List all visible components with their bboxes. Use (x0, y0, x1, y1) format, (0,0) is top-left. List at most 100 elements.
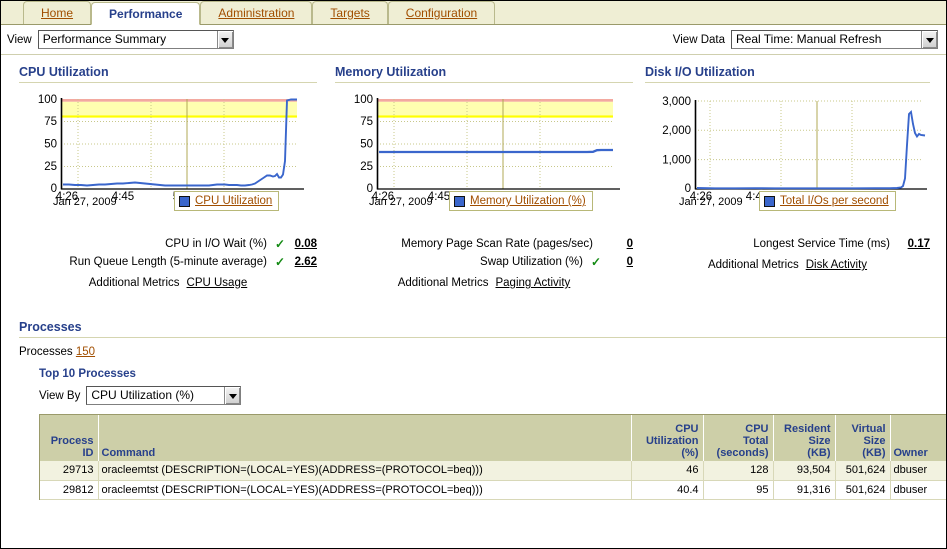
table-row[interactable]: 29812 oracleemtst (DESCRIPTION=(LOCAL=YE… (40, 480, 946, 499)
divider (335, 82, 633, 83)
metric-row: Run Queue Length (5-minute average) ✓ 2.… (19, 253, 317, 271)
tab-administration[interactable]: Administration (200, 1, 312, 24)
metric-value[interactable]: 0.08 (291, 238, 317, 250)
tab-configuration[interactable]: Configuration (388, 1, 495, 24)
svg-text:25: 25 (360, 161, 373, 173)
view-select[interactable]: Performance Summary (38, 30, 234, 49)
col-line2: Total (707, 435, 769, 447)
svg-text:100: 100 (354, 94, 373, 106)
processes-table: Process ID Command CPU Utilization (%) (40, 415, 946, 500)
col-resident-size[interactable]: Resident Size (KB) (773, 415, 835, 461)
svg-text:2,000: 2,000 (662, 125, 691, 137)
col-cpu-utilization[interactable]: CPU Utilization (%) (631, 415, 703, 461)
chart-legend-memory[interactable]: Memory Utilization (%) (449, 191, 593, 211)
metric-value[interactable]: 0 (607, 256, 633, 268)
metric-row: Swap Utilization (%) ✓ 0 (335, 253, 633, 271)
top-processes-heading: Top 10 Processes (39, 368, 946, 380)
divider (19, 337, 946, 338)
col-owner[interactable]: Owner (890, 415, 946, 461)
cell-cpu-total: 95 (703, 480, 773, 499)
cell-resident-size: 93,504 (773, 461, 835, 480)
charts-row: CPU Utilization (1, 55, 946, 292)
chart-plot-memory: 100 75 50 25 0 4:26 4:45 5:00 5:15 (335, 91, 633, 203)
cell-virtual-size: 501,624 (835, 480, 890, 499)
metric-value[interactable]: 0.17 (904, 238, 930, 250)
table-row[interactable]: 29713 oracleemtst (DESCRIPTION=(LOCAL=YE… (40, 461, 946, 480)
tab-performance-label: Performance (109, 7, 182, 21)
svg-text:50: 50 (44, 139, 57, 151)
legend-label-memory[interactable]: Memory Utilization (%) (470, 195, 586, 207)
processes-count-label: Processes (19, 346, 73, 358)
metric-label: Memory Page Scan Rate (pages/sec) (401, 238, 593, 250)
view-by-select[interactable]: CPU Utilization (%) (86, 386, 241, 405)
metric-label: Swap Utilization (%) (480, 256, 583, 268)
legend-label-cpu[interactable]: CPU Utilization (195, 195, 272, 207)
chart-legend-disk[interactable]: Total I/Os per second (759, 191, 896, 211)
svg-text:75: 75 (360, 116, 373, 128)
col-line3: Command (102, 447, 627, 459)
additional-metrics-row: Additional Metrics Disk Activity (645, 256, 930, 274)
additional-metrics-row: Additional Metrics CPU Usage (19, 274, 317, 292)
tab-targets[interactable]: Targets (312, 1, 387, 24)
legend-color-swatch (454, 196, 465, 207)
cell-cpu-utilization: 46 (631, 461, 703, 480)
cell-command: oracleemtst (DESCRIPTION=(LOCAL=YES)(ADD… (98, 461, 631, 480)
table-header-row: Process ID Command CPU Utilization (%) (40, 415, 946, 461)
metric-value[interactable]: 0 (607, 238, 633, 250)
chart-legend-row-cpu: Jan 27, 2009 CPU Utilization (19, 191, 317, 217)
col-process-id[interactable]: Process ID (40, 415, 98, 461)
view-by-row: View By CPU Utilization (%) (39, 386, 946, 405)
col-line1: Virtual (839, 423, 886, 435)
legend-label-disk[interactable]: Total I/Os per second (780, 195, 889, 207)
page-root: Home Performance Administration Targets … (0, 0, 947, 549)
chart-title-cpu: CPU Utilization (19, 65, 317, 82)
svg-text:3,000: 3,000 (662, 96, 691, 108)
chevron-down-icon[interactable] (217, 31, 233, 48)
metric-value[interactable]: 2.62 (291, 256, 317, 268)
col-line3: (%) (635, 447, 699, 459)
col-line3: (seconds) (707, 447, 769, 459)
view-control-strip: View Performance Summary View Data Real … (1, 25, 946, 55)
metric-row: CPU in I/O Wait (%) ✓ 0.08 (19, 235, 317, 253)
additional-metrics-link-memory[interactable]: Paging Activity (495, 277, 570, 289)
chart-plot-disk: 3,000 2,000 1,000 0 4:26 4:45 5:00 5:15 (645, 91, 930, 203)
chart-panel-disk: Disk I/O Utilization (633, 65, 930, 292)
divider (645, 82, 930, 83)
processes-heading: Processes (19, 320, 946, 337)
additional-metrics-link-disk[interactable]: Disk Activity (806, 259, 867, 271)
cpu-chart-svg: 100 75 50 25 0 4:26 4:45 5:00 5:15 (19, 91, 309, 201)
col-line3: Owner (894, 447, 943, 459)
additional-metrics-label: Additional Metrics (89, 277, 180, 289)
col-virtual-size[interactable]: Virtual Size (KB) (835, 415, 890, 461)
metric-row: Memory Page Scan Rate (pages/sec) 0 (335, 235, 633, 253)
metric-label: Longest Service Time (ms) (753, 238, 890, 250)
chevron-down-icon[interactable] (224, 387, 240, 404)
chart-legend-row-disk: Jan 27, 2009 Total I/Os per second (645, 191, 930, 217)
col-line1: CPU (707, 423, 769, 435)
processes-table-body: 29713 oracleemtst (DESCRIPTION=(LOCAL=YE… (40, 461, 946, 499)
view-data-select[interactable]: Real Time: Manual Refresh (731, 30, 938, 49)
cell-process-id: 29812 (40, 480, 98, 499)
chevron-down-icon[interactable] (921, 31, 937, 48)
chart-legend-row-memory: Jan 27, 2009 Memory Utilization (%) (335, 191, 633, 217)
cell-virtual-size: 501,624 (835, 461, 890, 480)
chart-title-disk: Disk I/O Utilization (645, 65, 930, 82)
status-ok-icon: ✓ (275, 237, 285, 251)
memory-chart-svg: 100 75 50 25 0 4:26 4:45 5:00 5:15 (335, 91, 625, 201)
view-data-label: View Data (673, 34, 725, 46)
tab-home[interactable]: Home (23, 1, 91, 24)
processes-table-head: Process ID Command CPU Utilization (%) (40, 415, 946, 461)
chart-panel-cpu: CPU Utilization (1, 65, 317, 292)
chart-legend-cpu[interactable]: CPU Utilization (174, 191, 279, 211)
svg-text:50: 50 (360, 139, 373, 151)
additional-metrics-label: Additional Metrics (398, 277, 489, 289)
additional-metrics-link-cpu[interactable]: CPU Usage (187, 277, 248, 289)
col-command[interactable]: Command (98, 415, 631, 461)
cell-owner: dbuser (890, 480, 946, 499)
processes-count-link[interactable]: 150 (76, 346, 95, 358)
status-ok-icon: ✓ (591, 255, 601, 269)
tab-performance[interactable]: Performance (91, 2, 200, 25)
processes-section: Processes Processes 150 Top 10 Processes… (1, 320, 946, 500)
col-cpu-total[interactable]: CPU Total (seconds) (703, 415, 773, 461)
additional-metrics-row: Additional Metrics Paging Activity (335, 274, 633, 292)
